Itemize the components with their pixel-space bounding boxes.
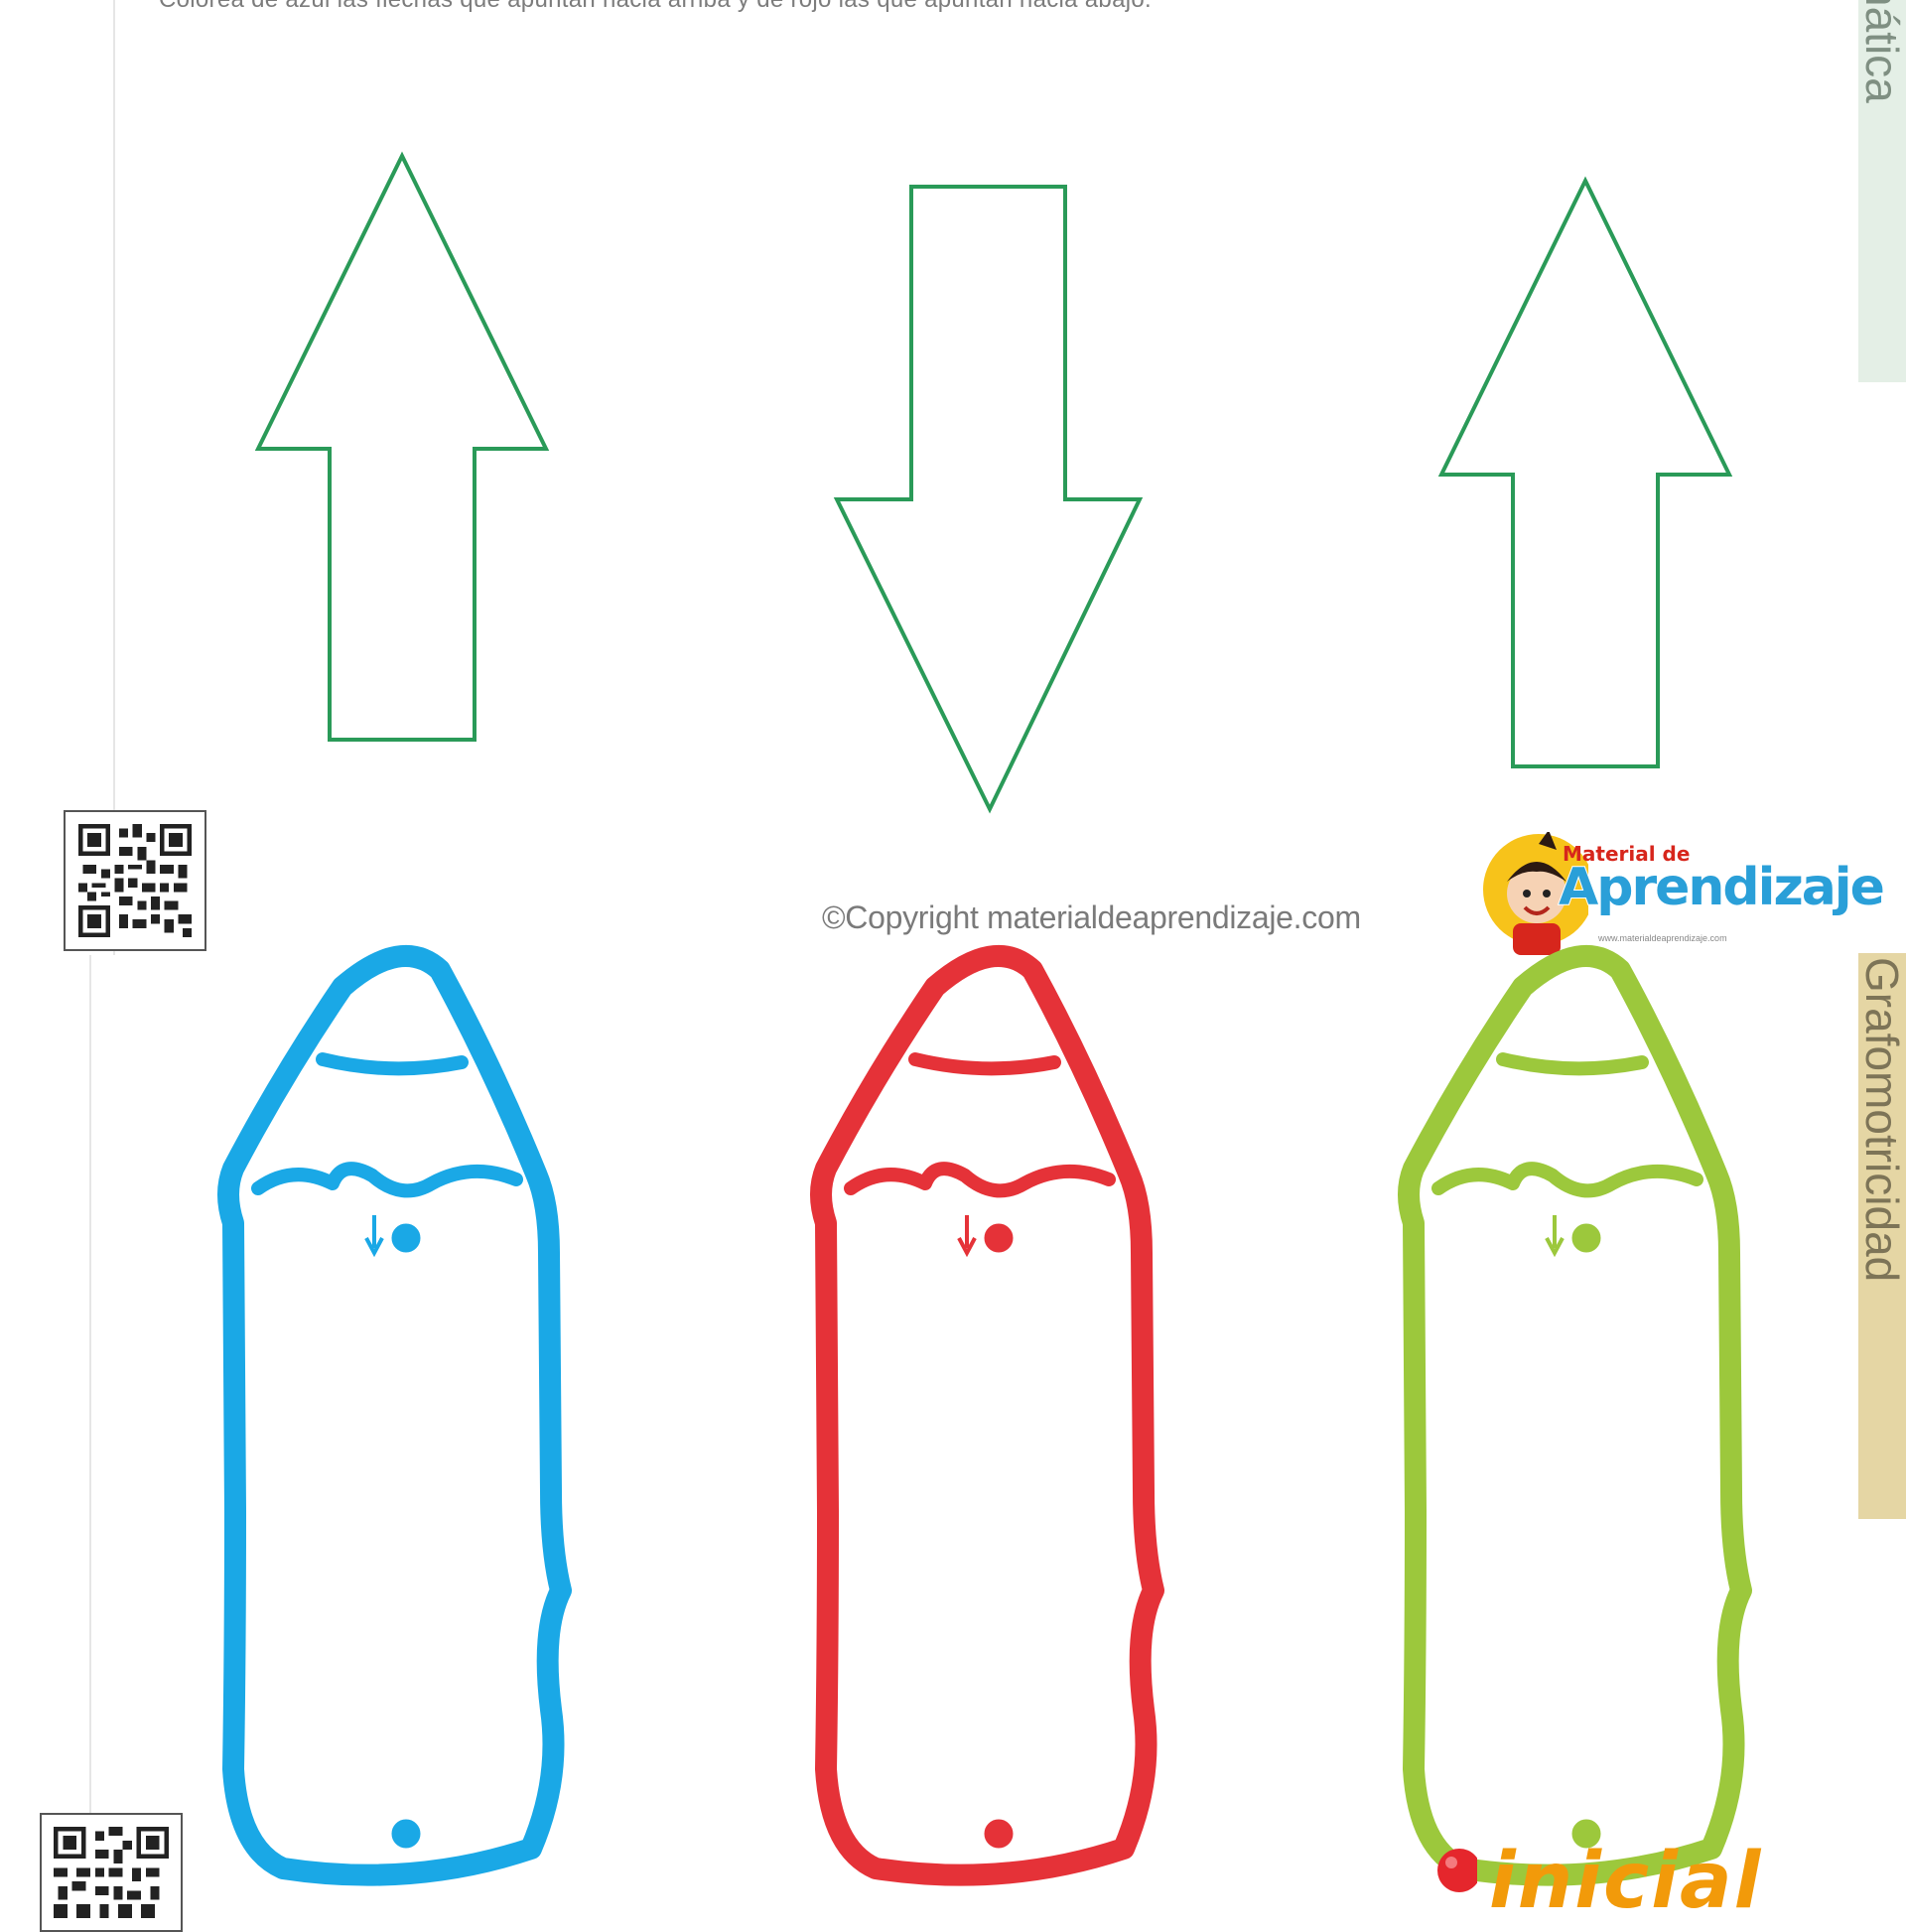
red-ball-icon: [1437, 1849, 1477, 1892]
margin-line: [89, 955, 91, 1906]
bottom-worksheet: [0, 955, 1906, 1906]
logo-main-text: Aprendizaje: [1558, 857, 1886, 918]
material-de-aprendizaje-logo: Material de Aprendizaje www.materialdeap…: [1479, 832, 1886, 955]
qr-code: [64, 810, 206, 951]
qr-code: [40, 1813, 183, 1932]
logo-url-text: www.materialdeaprendizaje.com: [1598, 933, 1727, 943]
inicial-logo-text: inicial: [1489, 1837, 1763, 1926]
side-tab-grafomotricidad: Grafomotricidad: [1858, 953, 1906, 1519]
side-tab-label: Grafomotricidad: [1858, 957, 1906, 1283]
top-worksheet: Colorea de azul las flechas que apuntan …: [0, 0, 1906, 955]
arrows-canvas: [254, 151, 1733, 814]
arrow-up-1: [254, 151, 550, 742]
arrow-up-3: [1437, 176, 1733, 768]
arrow-down-2: [833, 185, 1144, 814]
side-tab-label: Matemática: [1858, 0, 1906, 103]
copyright-text: ©Copyright materialdeaprendizaje.com: [822, 899, 1361, 935]
side-tab-matematica: Matemática: [1858, 0, 1906, 382]
